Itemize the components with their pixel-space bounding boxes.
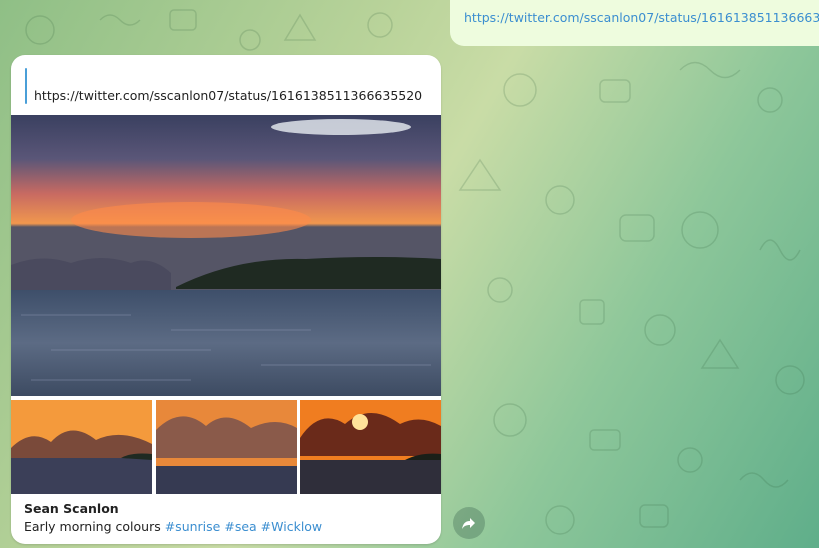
outgoing-message-link[interactable]: https://twitter.com/sscanlon07/status/16… [464,10,819,25]
tweet-caption: Early morning colours #sunrise #sea #Wic… [24,519,322,534]
share-button[interactable] [453,507,485,539]
incoming-message-bubble: https://twitter.com/sscanlon07/status/16… [11,55,441,544]
caption-text: Early morning colours [24,519,165,534]
link-preview-accent-bar [25,68,27,104]
hashtag-wicklow[interactable]: #Wicklow [261,519,323,534]
hashtag-sea[interactable]: #sea [224,519,256,534]
link-preview-url[interactable]: https://twitter.com/sscanlon07/status/16… [34,88,422,103]
sunrise-thumbnail-1[interactable] [11,400,152,494]
outgoing-message-bubble: https://twitter.com/sscanlon07/status/16… [450,0,819,46]
sunrise-thumbnail-2[interactable] [156,400,297,494]
share-arrow-icon [462,518,475,529]
hashtag-sunrise[interactable]: #sunrise [165,519,221,534]
sunrise-thumbnail-3[interactable] [300,400,441,494]
tweet-author-name: Sean Scanlon [24,501,119,516]
sunrise-main-photo[interactable] [11,115,441,396]
